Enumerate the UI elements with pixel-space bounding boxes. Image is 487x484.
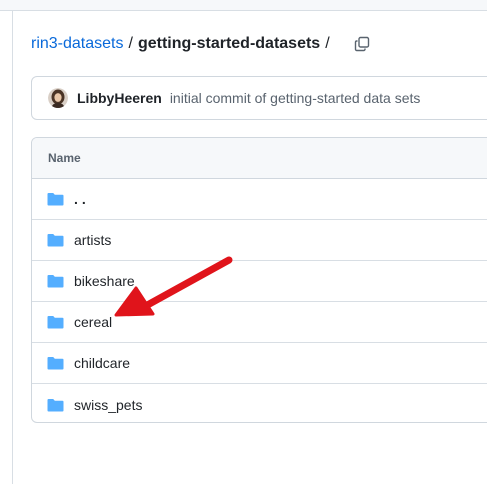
table-row[interactable]: bikeshare xyxy=(32,261,487,302)
avatar[interactable] xyxy=(48,88,68,108)
column-header-name: Name xyxy=(48,151,81,165)
breadcrumb-separator: / xyxy=(128,35,133,52)
breadcrumb-repo-link[interactable]: rin3-datasets xyxy=(31,35,124,53)
table-row[interactable]: artists xyxy=(32,220,487,261)
table-row[interactable]: childcare xyxy=(32,343,487,384)
breadcrumb: rin3-datasets / getting-started-datasets… xyxy=(31,31,372,57)
breadcrumb-trailing-separator: / xyxy=(325,35,330,52)
file-table: Name .. artists bikeshare cereal childca… xyxy=(31,137,487,423)
row-name[interactable]: bikeshare xyxy=(74,273,135,289)
avatar-image xyxy=(48,88,68,108)
table-row-cereal[interactable]: cereal xyxy=(32,302,487,343)
folder-icon xyxy=(47,192,64,206)
commit-author[interactable]: LibbyHeeren xyxy=(77,90,162,106)
file-browser-page: rin3-datasets / getting-started-datasets… xyxy=(0,0,487,484)
row-name[interactable]: cereal xyxy=(74,314,112,330)
top-bar xyxy=(0,0,487,11)
commit-message[interactable]: initial commit of getting-started data s… xyxy=(170,90,421,106)
folder-icon xyxy=(47,274,64,288)
table-row[interactable]: swiss_pets xyxy=(32,384,487,422)
row-name[interactable]: swiss_pets xyxy=(74,397,142,413)
copy-path-button[interactable] xyxy=(352,34,372,54)
copy-icon xyxy=(354,36,369,52)
breadcrumb-current-folder: getting-started-datasets xyxy=(137,35,321,52)
table-header: Name xyxy=(32,138,487,179)
left-sidebar-edge xyxy=(0,11,13,484)
folder-icon xyxy=(47,233,64,247)
folder-icon xyxy=(47,356,64,370)
latest-commit-bar: LibbyHeeren initial commit of getting-st… xyxy=(31,76,487,120)
folder-icon xyxy=(47,315,64,329)
row-name[interactable]: childcare xyxy=(74,355,130,371)
table-row-parent[interactable]: .. xyxy=(32,179,487,220)
row-name[interactable]: .. xyxy=(74,191,90,207)
folder-icon xyxy=(47,398,64,412)
row-name[interactable]: artists xyxy=(74,232,111,248)
